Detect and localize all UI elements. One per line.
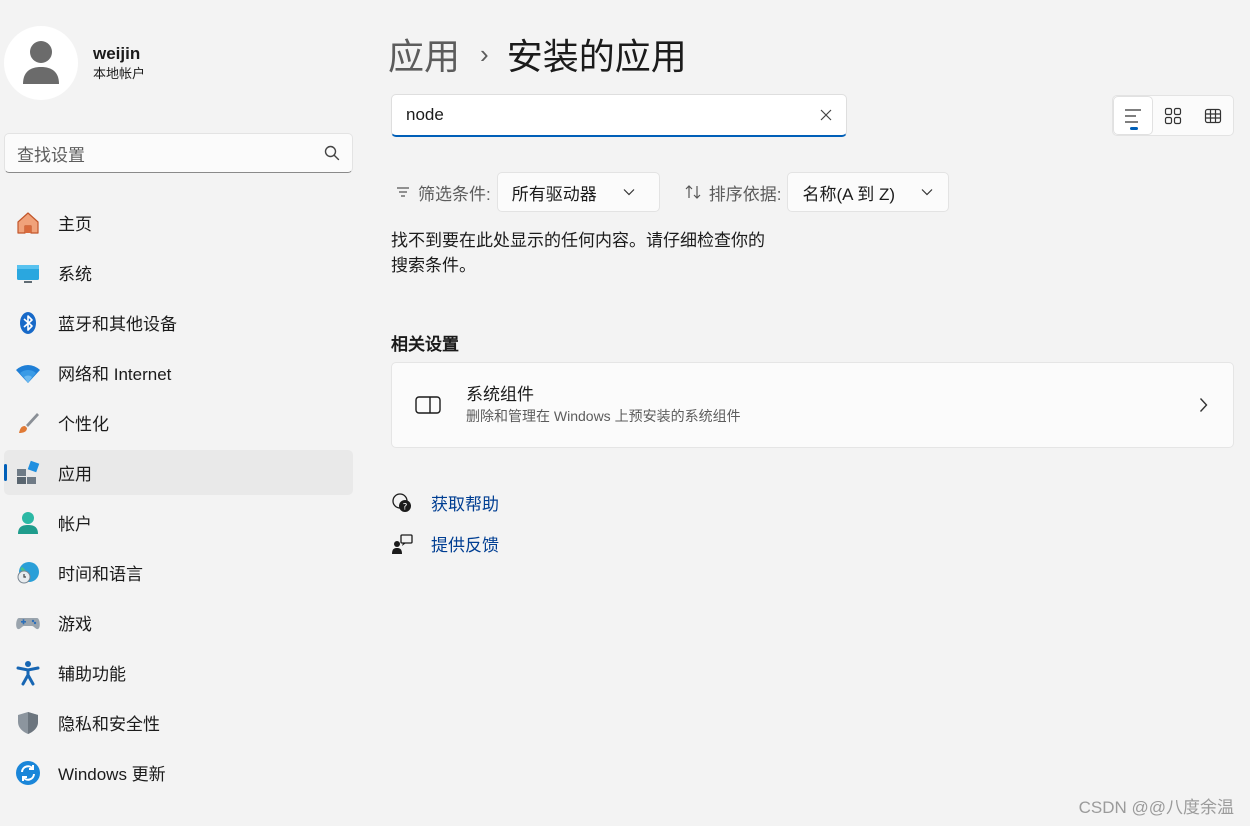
list-view-button[interactable]	[1113, 96, 1153, 135]
sidebar-item-label: 主页	[58, 215, 92, 234]
brush-icon	[14, 409, 42, 437]
accessibility-icon	[14, 659, 42, 687]
sidebar-item-network[interactable]: 网络和 Internet	[4, 350, 353, 395]
get-help-label[interactable]: 获取帮助	[431, 490, 499, 515]
avatar[interactable]	[4, 26, 78, 100]
give-feedback-label[interactable]: 提供反馈	[431, 531, 499, 556]
sort-icon	[685, 185, 701, 199]
tile-view-button[interactable]	[1153, 96, 1193, 135]
sidebar-item-windows-update[interactable]: Windows 更新	[4, 750, 353, 795]
app-search-value[interactable]: node	[406, 105, 820, 125]
settings-search-input[interactable]: 查找设置	[4, 133, 353, 173]
home-icon	[14, 209, 42, 237]
breadcrumb-apps[interactable]: 应用	[388, 28, 460, 80]
sidebar-item-personalization[interactable]: 个性化	[4, 400, 353, 445]
search-placeholder: 查找设置	[17, 145, 85, 165]
shield-icon	[14, 709, 42, 737]
clear-icon[interactable]	[820, 109, 832, 121]
system-components-icon	[414, 396, 442, 414]
account-type: 本地帐户	[93, 66, 146, 81]
breadcrumb: 应用 › 安装的应用	[388, 28, 687, 80]
sidebar-item-home[interactable]: 主页	[4, 200, 353, 245]
apps-icon	[14, 459, 42, 487]
sidebar-item-accounts[interactable]: 帐户	[4, 500, 353, 545]
watermark: CSDN @@八度余温	[1078, 798, 1234, 817]
help-icon: ?	[391, 492, 413, 514]
related-settings-heading: 相关设置	[391, 335, 459, 354]
sidebar-item-apps[interactable]: 应用	[4, 450, 353, 495]
drive-filter-dropdown[interactable]: 所有驱动器	[496, 172, 660, 212]
app-search-input[interactable]: node	[391, 94, 847, 137]
filter-label: 筛选条件:	[391, 180, 491, 205]
gamepad-icon	[14, 609, 42, 637]
system-icon	[14, 259, 42, 287]
tile-view-icon	[1164, 107, 1182, 124]
person-icon	[23, 41, 59, 84]
card-title: 系统组件	[466, 385, 534, 404]
sidebar-item-label: Windows 更新	[58, 765, 166, 784]
filter-icon	[397, 187, 409, 197]
sidebar-item-label: 隐私和安全性	[58, 715, 160, 734]
search-icon[interactable]	[324, 145, 340, 161]
sort-label: 排序依据:	[680, 180, 782, 205]
svg-text:?: ?	[403, 502, 408, 512]
wifi-icon	[14, 359, 42, 387]
sidebar-item-accessibility[interactable]: 辅助功能	[4, 650, 353, 695]
sidebar-item-label: 应用	[58, 465, 92, 484]
sidebar-item-bluetooth[interactable]: 蓝牙和其他设备	[4, 300, 353, 345]
sidebar-item-label: 蓝牙和其他设备	[58, 315, 177, 334]
page-title: 安装的应用	[506, 36, 687, 77]
sidebar-item-label: 系统	[58, 265, 92, 284]
drive-filter-value: 所有驱动器	[511, 184, 597, 204]
sidebar: weijin 本地帐户 查找设置 主页 系统 蓝牙和其他设备 网络和 Inter…	[0, 0, 360, 826]
main-content: 应用 › 安装的应用 node 筛选条件: 所有驱动器 排序依据: 名称(A 到…	[388, 0, 1234, 826]
sort-label-text: 排序依据:	[708, 184, 782, 204]
sidebar-item-label: 辅助功能	[58, 665, 126, 684]
view-mode-toggle	[1112, 95, 1234, 136]
user-profile[interactable]: weijin 本地帐户	[4, 26, 145, 100]
grid-view-icon	[1204, 108, 1222, 123]
globe-clock-icon	[14, 559, 42, 587]
sidebar-item-label: 网络和 Internet	[58, 365, 172, 384]
account-icon	[14, 509, 42, 537]
chevron-down-icon	[623, 188, 635, 196]
filter-sort-row: 筛选条件: 所有驱动器 排序依据: 名称(A 到 Z)	[391, 172, 950, 212]
sidebar-item-time-language[interactable]: 时间和语言	[4, 550, 353, 595]
sidebar-item-label: 帐户	[58, 515, 92, 534]
sidebar-item-gaming[interactable]: 游戏	[4, 600, 353, 645]
sidebar-nav: 主页 系统 蓝牙和其他设备 网络和 Internet 个性化 应用 帐户 时间和…	[4, 200, 353, 800]
sidebar-item-label: 个性化	[58, 415, 109, 434]
grid-view-button[interactable]	[1193, 96, 1233, 135]
chevron-right-icon	[1173, 397, 1233, 413]
sort-value: 名称(A 到 Z)	[802, 184, 896, 204]
empty-results-message: 找不到要在此处显示的任何内容。请仔细检查你的搜索条件。	[391, 231, 765, 275]
bluetooth-icon	[14, 309, 42, 337]
sidebar-item-label: 游戏	[58, 615, 92, 634]
filter-label-text: 筛选条件:	[418, 184, 491, 204]
system-components-card[interactable]: 系统组件 删除和管理在 Windows 上预安装的系统组件	[391, 362, 1234, 448]
update-icon	[14, 759, 42, 787]
user-name: weijin	[93, 44, 141, 63]
get-help-link[interactable]: ? 获取帮助	[391, 490, 499, 515]
sidebar-item-label: 时间和语言	[58, 565, 143, 584]
card-subtitle: 删除和管理在 Windows 上预安装的系统组件	[466, 408, 741, 424]
breadcrumb-separator: ›	[480, 38, 489, 69]
give-feedback-link[interactable]: 提供反馈	[391, 531, 499, 556]
sidebar-item-privacy[interactable]: 隐私和安全性	[4, 700, 353, 745]
sort-dropdown[interactable]: 名称(A 到 Z)	[787, 172, 950, 212]
list-view-icon	[1125, 108, 1141, 123]
feedback-icon	[391, 533, 413, 555]
chevron-down-icon	[921, 188, 933, 196]
sidebar-item-system[interactable]: 系统	[4, 250, 353, 295]
